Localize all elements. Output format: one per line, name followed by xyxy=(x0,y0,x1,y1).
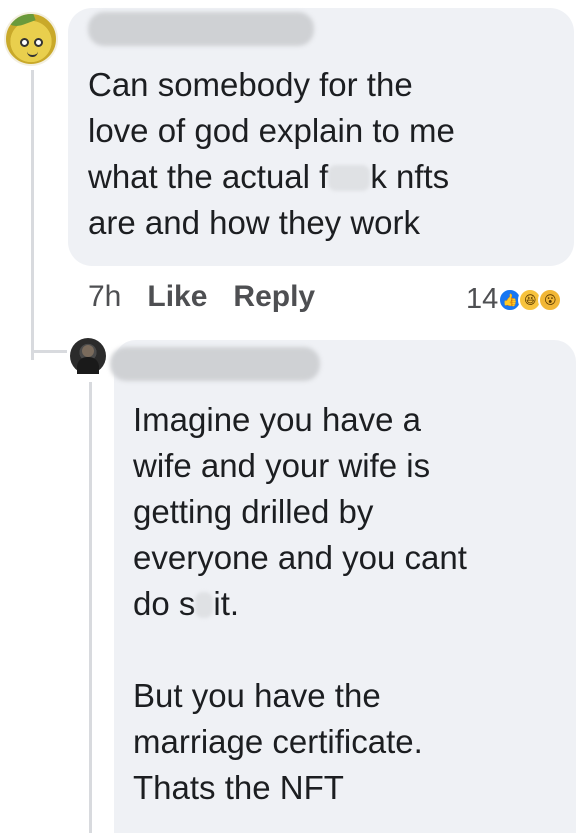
redacted-username xyxy=(88,12,314,46)
like-button[interactable]: Like xyxy=(147,280,207,314)
blurred-word xyxy=(195,592,214,618)
reply-thread-line xyxy=(89,382,92,833)
avatar-body xyxy=(77,357,99,374)
reaction-summary[interactable]: 14 👍 😆 😮 xyxy=(466,283,563,316)
comment-text: Can somebody for the love of god explain… xyxy=(88,66,455,241)
reply-button[interactable]: Reply xyxy=(233,280,315,314)
commenter-avatar[interactable] xyxy=(4,12,58,66)
avatar-eye-left xyxy=(20,38,29,47)
reply-text: Imagine you have a wife and your wife is… xyxy=(133,401,467,806)
replier-avatar[interactable] xyxy=(70,338,106,374)
leaf-decoration xyxy=(6,14,36,30)
thread-connector xyxy=(31,350,67,353)
reaction-count: 14 xyxy=(466,283,499,315)
blurred-word xyxy=(328,165,371,191)
avatar-head xyxy=(82,345,94,357)
redacted-username xyxy=(110,347,320,381)
avatar-mouth xyxy=(27,50,38,57)
thread-line xyxy=(31,70,34,360)
wow-icon: 😮 xyxy=(538,287,563,312)
comment-actions: 7h Like Reply xyxy=(88,280,315,314)
avatar-eye-right xyxy=(34,38,43,47)
comment-timestamp[interactable]: 7h xyxy=(88,280,121,314)
